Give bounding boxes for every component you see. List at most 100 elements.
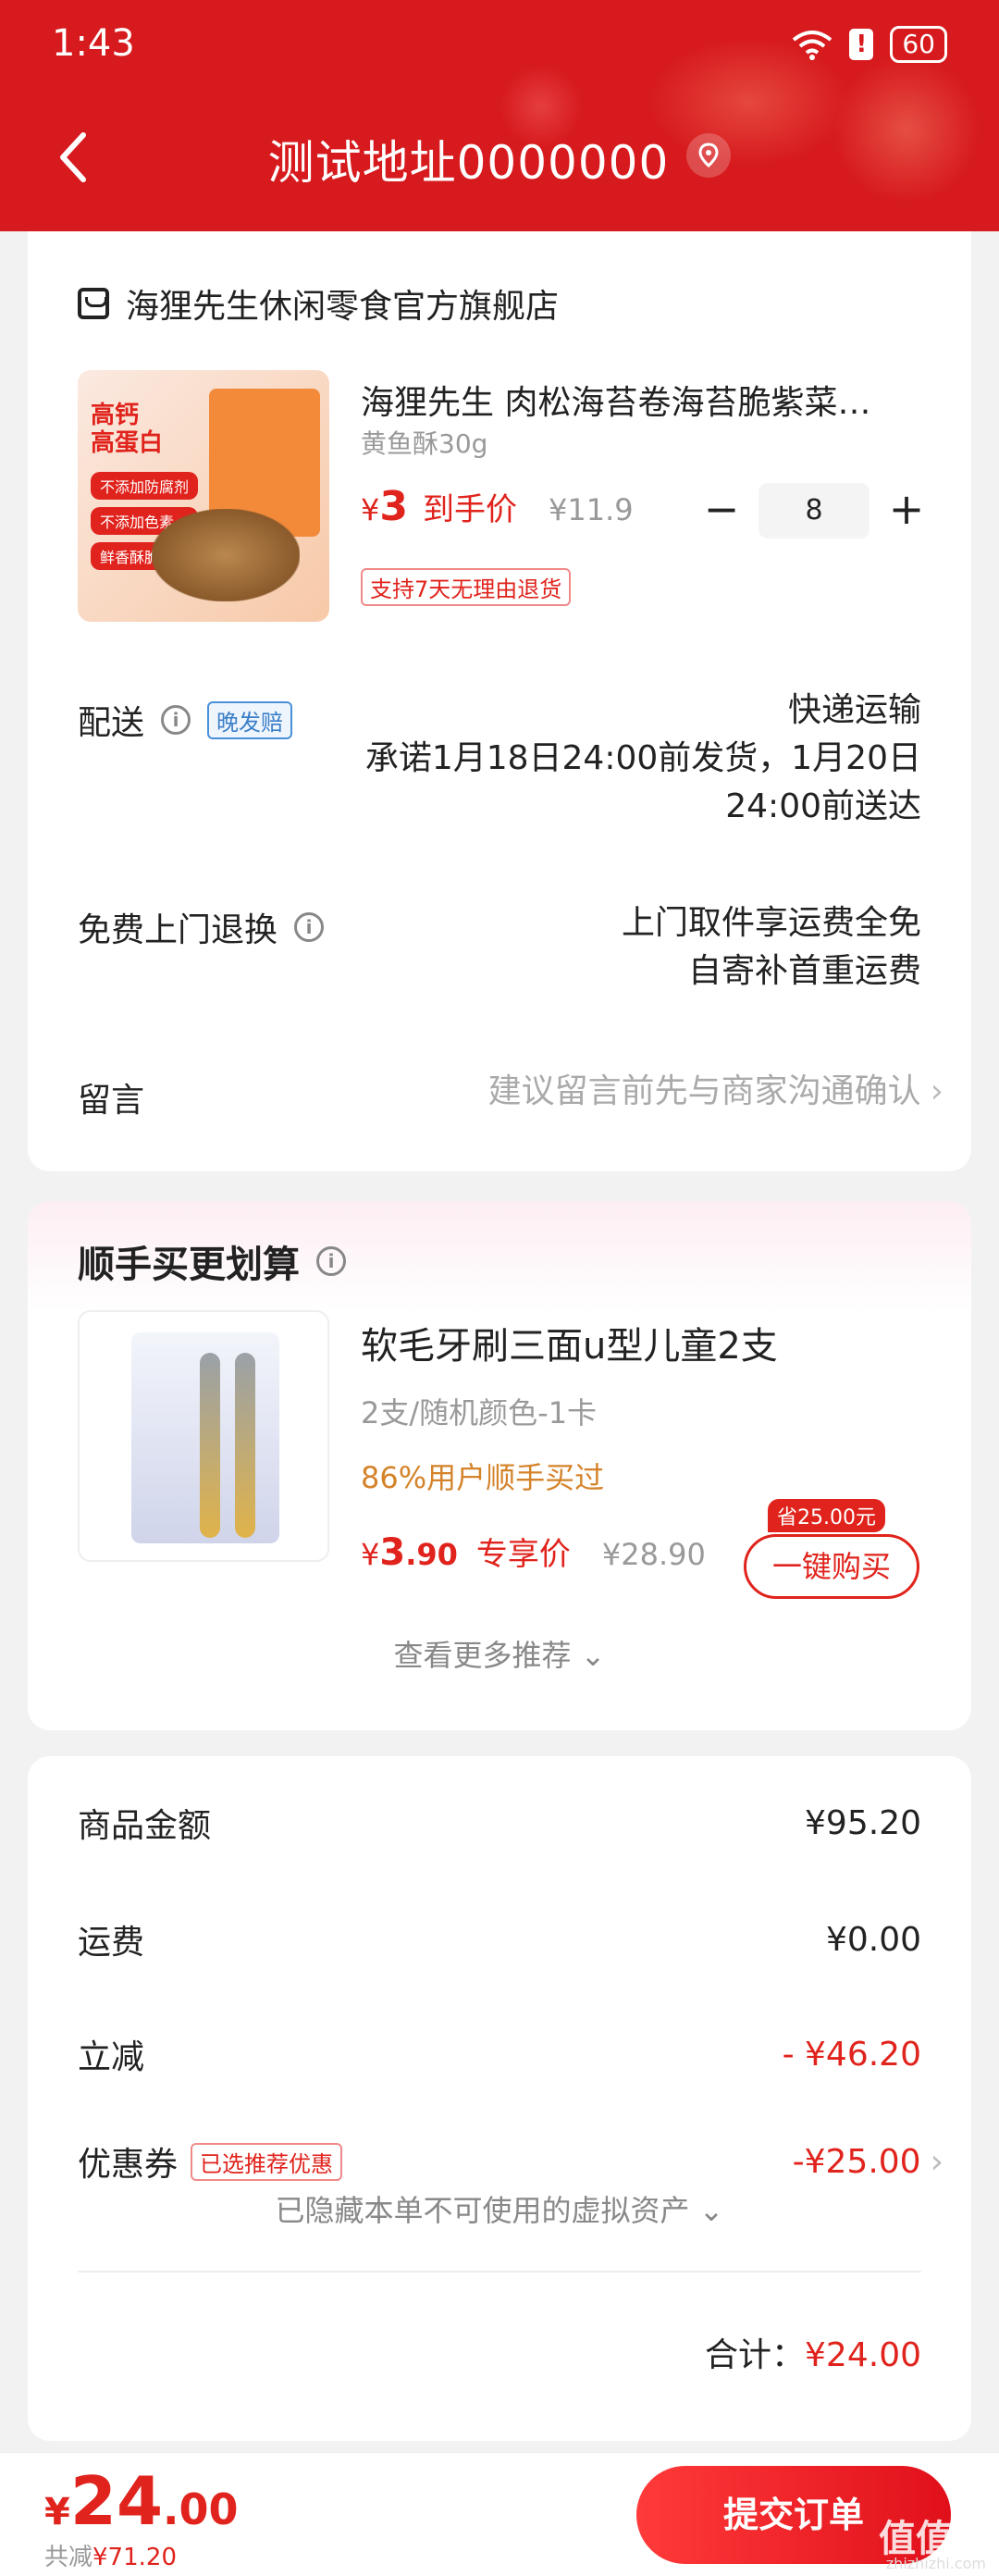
image-tag-line: 高钙 [91, 402, 140, 429]
toothbrush-graphic [235, 1353, 255, 1538]
goods-amount-row: 商品金额 ¥95.20 [78, 1799, 921, 1847]
upsell-card: 顺手买更划算 i 软毛牙刷三面u型儿童2支 2支/随机颜色-1卡 86%用户顺手… [28, 1201, 971, 1730]
discount-value: - ¥46.20 [782, 2035, 921, 2074]
image-pill: 不添加防腐剂 [91, 472, 199, 500]
product-price: 3 [379, 483, 408, 530]
message-label: 留言 [78, 1082, 145, 1120]
total-value: ¥24.00 [805, 2336, 921, 2374]
upsell-price-label: 专享价 [475, 1536, 571, 1573]
upsell-product-spec: 2支/随机颜色-1卡 [361, 1395, 598, 1430]
divider [78, 2271, 921, 2273]
late-compensation-badge: 晚发赔 [207, 700, 293, 739]
battery-icon: 60 [890, 26, 947, 63]
store-icon [78, 288, 109, 319]
shipping-row: 运费 ¥0.00 [78, 1915, 921, 1963]
wifi-icon [793, 31, 832, 60]
total-saved: 共减¥71.20 [44, 2538, 177, 2572]
upsell-title-group: 顺手买更划算 i [78, 1234, 346, 1288]
upsell-purchase-stat: 86%用户顺手买过 [361, 1460, 605, 1495]
price-summary-card: 商品金额 ¥95.20 运费 ¥0.00 立减 - ¥46.20 优惠券 已选推… [28, 1756, 971, 2441]
upsell-product-name[interactable]: 软毛牙刷三面u型儿童2支 [361, 1316, 778, 1369]
coupon-label: 优惠券 [78, 2146, 179, 2184]
coupon-value-group: -¥25.00 › [793, 2143, 944, 2181]
shop-name: 海狸先生休闲零食官方旗舰店 [126, 288, 560, 326]
message-input[interactable]: 建议留言前先与商家沟通确认 › [488, 1068, 944, 1116]
info-icon[interactable]: i [316, 1246, 346, 1276]
chevron-right-icon: › [930, 1072, 944, 1110]
return-policy-badge: 支持7天无理由退货 [361, 568, 572, 606]
price-label: 到手价 [422, 491, 517, 528]
total-label: 合计： [705, 2336, 806, 2374]
upsell-price-dec: .90 [405, 1537, 458, 1572]
shop-header[interactable]: 海狸先生休闲零食官方旗舰店 [78, 279, 559, 328]
upsell-price-row: ¥ 3 .90 专享价 ¥28.90 [361, 1529, 706, 1574]
increase-quantity-button[interactable]: + [879, 483, 934, 539]
quantity-stepper: − 8 + [694, 483, 934, 539]
fish-snack-graphic [152, 509, 300, 601]
delivery-details[interactable]: 快递运输 承诺1月18日24:00前发货，1月20日 24:00前送达 [365, 687, 921, 831]
quick-buy-button[interactable]: 一键购买 [744, 1534, 919, 1599]
saved-label: 共减 [44, 2544, 93, 2571]
delivery-label-group: 配送 i 晚发赔 [78, 696, 293, 744]
toothbrush-graphic [200, 1353, 220, 1538]
goods-amount-value: ¥95.20 [805, 1803, 921, 1842]
hidden-assets-toggle[interactable]: 已隐藏本单不可使用的虚拟资产 ⌄ [28, 2187, 971, 2230]
shipping-label: 运费 [78, 1924, 145, 1962]
checkout-bar: ¥ 24 .00 共减¥71.20 提交订单 值值值 zhizhizhi.com [0, 2452, 999, 2576]
discount-row: 立减 - ¥46.20 [78, 2030, 921, 2078]
product-price-row: ¥ 3 到手价 ¥11.9 [361, 483, 634, 530]
pickup-details: 上门取件享运费全免 自寄补首重运费 [622, 899, 921, 996]
shipping-value: ¥0.00 [825, 1920, 921, 1959]
saved-value: ¥71.20 [92, 2544, 177, 2571]
goods-amount-label: 商品金额 [78, 1807, 212, 1845]
currency-symbol: ¥ [361, 1537, 380, 1572]
quantity-field[interactable]: 8 [758, 483, 870, 539]
page-title: 测试地址0000000 [267, 136, 670, 190]
message-placeholder: 建议留言前先与商家沟通确认 [487, 1072, 921, 1110]
alert-icon: ! [849, 29, 874, 60]
watermark-subtext: zhizhizhi.com [885, 2555, 986, 2572]
see-more-link[interactable]: 查看更多推荐 ⌄ [28, 1632, 971, 1675]
address-title[interactable]: 测试地址0000000 [0, 126, 999, 192]
coupon-value: -¥25.00 [792, 2142, 921, 2181]
upsell-price-int: 3 [379, 1531, 406, 1574]
decrease-quantity-button[interactable]: − [694, 483, 749, 539]
status-time: 1:43 [52, 22, 135, 65]
payable-amount-int: 24 [69, 2462, 164, 2540]
upsell-original-price: ¥28.90 [601, 1537, 706, 1572]
product-image[interactable]: 高钙 高蛋白 不添加防腐剂 不添加色素 鲜香酥脆 [78, 370, 329, 622]
pickup-label: 免费上门退换 [78, 911, 278, 949]
payable-amount-dec: .00 [163, 2484, 239, 2534]
currency-symbol: ¥ [44, 2491, 70, 2533]
upsell-product-image[interactable] [78, 1310, 329, 1562]
product-spec[interactable]: 黄鱼酥30g [361, 424, 487, 461]
order-card: 海狸先生休闲零食官方旗舰店 高钙 高蛋白 不添加防腐剂 不添加色素 鲜香酥脆 海… [28, 231, 971, 1171]
message-label-group: 留言 [78, 1073, 144, 1121]
delivery-label: 配送 [78, 704, 145, 742]
original-price: ¥11.9 [548, 492, 634, 527]
coupon-recommended-badge: 已选推荐优惠 [191, 2142, 343, 2181]
currency-symbol: ¥ [361, 492, 380, 527]
delivery-method: 快递运输 [787, 691, 921, 729]
coupon-label-group: 优惠券 已选推荐优惠 [78, 2137, 343, 2186]
header-bar: 1:43 ! 60 测试地址0000000 [0, 0, 999, 231]
save-badge: 省25.00元 [768, 1499, 885, 1532]
coupon-row[interactable]: 优惠券 已选推荐优惠 -¥25.00 › [78, 2137, 944, 2186]
product-image-tag: 高钙 高蛋白 [91, 402, 163, 457]
location-pin-icon[interactable] [686, 133, 732, 178]
pickup-line1: 上门取件享运费全免 [621, 904, 921, 942]
delivery-promise-line1: 承诺1月18日24:00前发货，1月20日 [364, 739, 921, 777]
pickup-label-group: 免费上门退换 i [78, 903, 325, 951]
image-tag-line: 高蛋白 [91, 429, 164, 457]
product-name[interactable]: 海狸先生 肉松海苔卷海苔脆紫菜… [361, 376, 934, 424]
upsell-title: 顺手买更划算 [78, 1244, 300, 1286]
pickup-line2: 自寄补首重运费 [687, 952, 921, 990]
payable-amount: ¥ 24 .00 [44, 2462, 239, 2540]
chevron-right-icon: › [930, 2142, 944, 2181]
info-icon[interactable]: i [161, 705, 191, 735]
discount-label: 立减 [78, 2038, 145, 2076]
delivery-promise-line2: 24:00前送达 [725, 787, 921, 825]
info-icon[interactable]: i [294, 912, 325, 942]
total-row: 合计：¥24.00 [705, 2328, 921, 2376]
status-icons: ! 60 [792, 26, 947, 63]
